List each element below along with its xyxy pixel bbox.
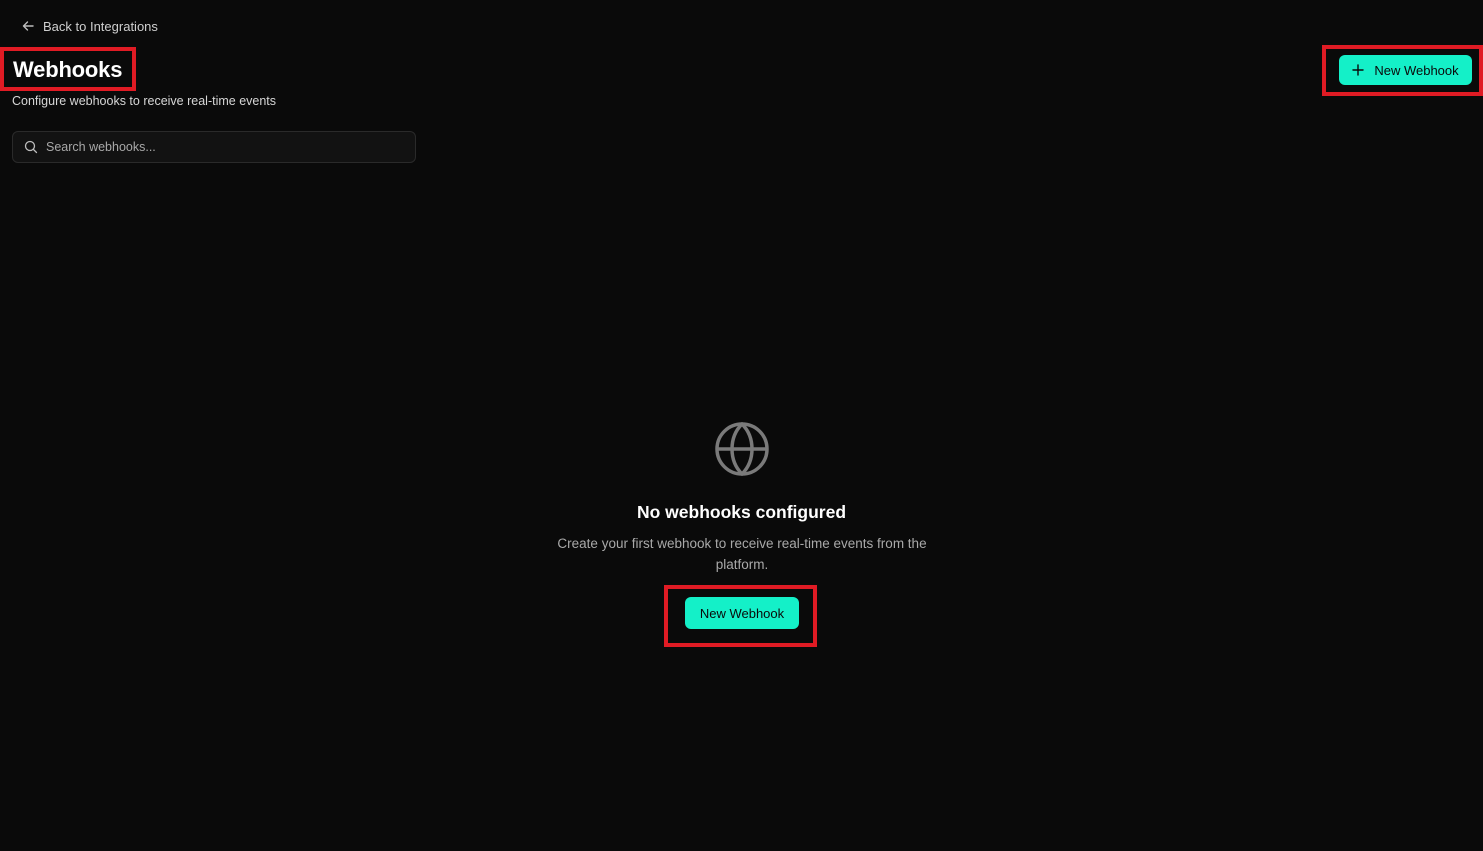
empty-state-title: No webhooks configured xyxy=(636,502,847,522)
empty-state-description: Create your first webhook to receive rea… xyxy=(557,536,927,572)
empty-state-button-label: New Webhook xyxy=(699,605,785,621)
new-webhook-button-label: New Webhook xyxy=(1374,62,1459,78)
empty-state-new-webhook-button[interactable]: New Webhook xyxy=(685,597,799,629)
search-input[interactable] xyxy=(46,140,396,154)
plus-icon xyxy=(1352,64,1365,76)
search-box xyxy=(12,131,416,163)
page-subtitle: Configure webhooks to receive real-time … xyxy=(12,94,277,108)
arrow-left-icon xyxy=(22,21,34,31)
webhooks-page: Back to Integrations Webhooks Configure … xyxy=(0,0,1483,851)
page-title: Webhooks xyxy=(13,57,123,82)
globe-icon xyxy=(715,422,769,476)
new-webhook-button[interactable]: New Webhook xyxy=(1339,55,1472,85)
back-to-integrations-link[interactable]: Back to Integrations xyxy=(21,17,158,35)
search-icon xyxy=(24,140,38,154)
back-link-label: Back to Integrations xyxy=(43,18,158,34)
